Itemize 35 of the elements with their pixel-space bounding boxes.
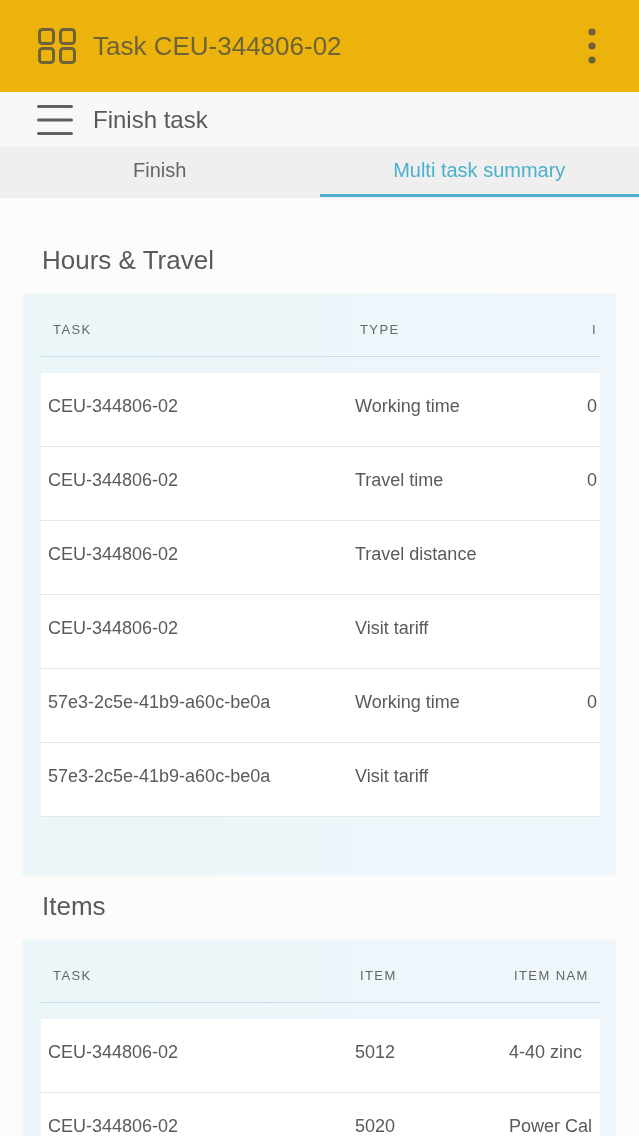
page-title: Finish task xyxy=(93,105,208,134)
table-cell: CEU-344806-02 xyxy=(48,543,179,565)
table-cell: Working time xyxy=(355,395,460,417)
column-header: I xyxy=(592,322,597,338)
table-cell: CEU-344806-02 xyxy=(48,1115,179,1136)
tab[interactable]: Finish xyxy=(0,147,320,197)
table-cell: 5012 xyxy=(355,1041,396,1063)
table-cell: CEU-344806-02 xyxy=(48,1041,179,1063)
column-header: ITEM xyxy=(360,968,397,984)
column-header: ITEM NAM xyxy=(514,968,589,984)
table-cell: Travel time xyxy=(355,469,444,491)
column-header: TASK xyxy=(53,322,92,338)
column-header: TYPE xyxy=(360,322,400,338)
table-cell: 0 xyxy=(587,395,597,417)
table-cell: CEU-344806-02 xyxy=(48,469,179,491)
table-cell: 57e3-2c5e-41b9-a60c-be0a xyxy=(48,765,271,787)
section-title: Items xyxy=(41,890,107,923)
table-cell: CEU-344806-02 xyxy=(48,617,179,639)
table-cell: 0 xyxy=(587,469,597,491)
grid-icon[interactable] xyxy=(38,28,76,64)
table-cell: 4-40 zinc xyxy=(509,1041,583,1063)
app-bar-title: Task CEU-344806-02 xyxy=(93,30,342,62)
section-title: Hours & Travel xyxy=(41,244,215,277)
more-options-icon[interactable] xyxy=(588,28,596,64)
table-cell: Travel distance xyxy=(355,543,477,565)
table-cell: Visit tariff xyxy=(355,617,429,639)
table-cell: 5020 xyxy=(355,1115,396,1136)
table-cell: Power Cal xyxy=(509,1115,593,1136)
table-cell: 0 xyxy=(587,691,597,713)
table-cell: 57e3-2c5e-41b9-a60c-be0a xyxy=(48,691,271,713)
column-header: TASK xyxy=(53,968,92,984)
menu-icon[interactable] xyxy=(37,104,73,135)
table-cell: Visit tariff xyxy=(355,765,429,787)
table-cell: CEU-344806-02 xyxy=(48,395,179,417)
table-cell: Working time xyxy=(355,691,460,713)
